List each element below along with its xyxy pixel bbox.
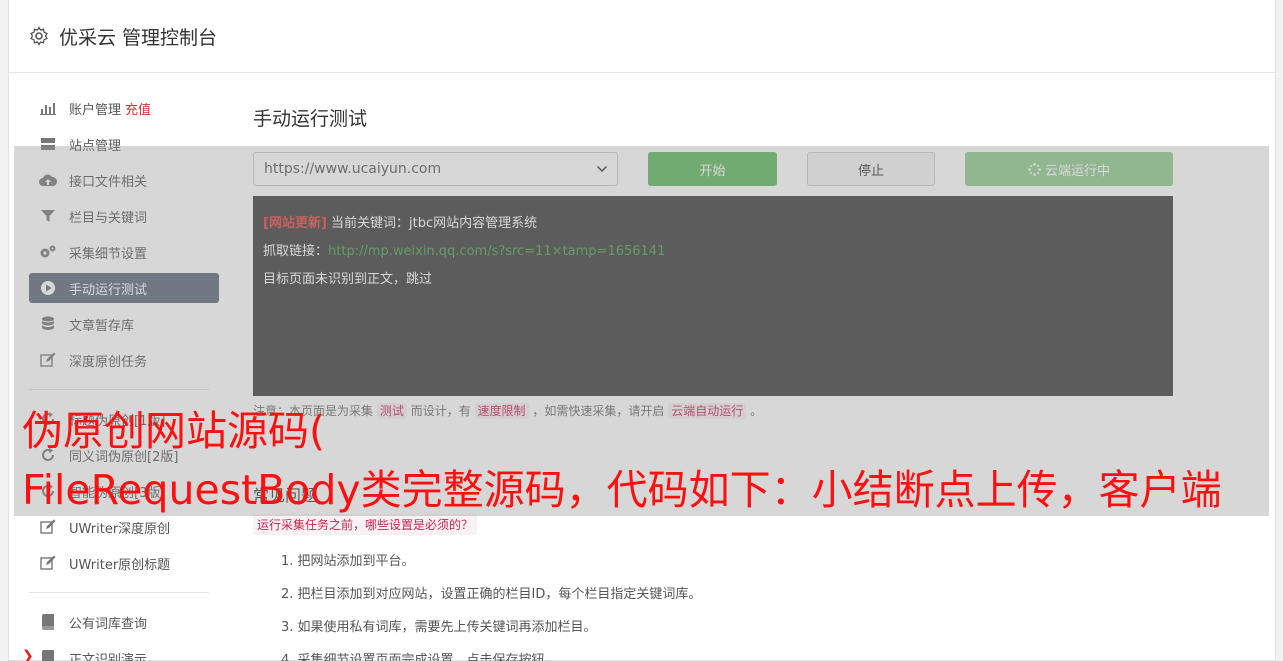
list-item: 2. 把栏目添加到对应网站，设置正确的栏目ID，每个栏目指定关键词库。 [281, 587, 702, 602]
nav-divider [29, 389, 209, 390]
gear-icon[interactable] [29, 26, 49, 46]
faq-question: 运行采集任务之前，哪些设置是必须的？ [253, 514, 478, 535]
sidebar-item-label: 正文识别演示 [69, 652, 148, 661]
log-text: 当前关键词：jtbc网站内容管理系统 [326, 216, 538, 231]
log-tag: [网站更新] [263, 216, 327, 231]
sidebar-item-sites[interactable]: 站点管理 [29, 129, 219, 159]
page-title: 优采云 管理控制台 [59, 26, 218, 49]
note-text: 而设计，有 [410, 404, 471, 418]
cloud-upload-icon [39, 171, 57, 189]
filter-icon [39, 207, 57, 225]
list-item: 3. 如果使用私有词库，需要先上传关键词再添加栏目。 [281, 620, 597, 635]
app-frame: 优采云 管理控制台 账户管理 充值 站点管理 接口文件相关 栏目与关键词 采集细… [8, 0, 1276, 661]
nav-divider [29, 592, 209, 593]
sidebar-item-public-lexicon[interactable]: 公有词库查询 [29, 607, 219, 637]
sidebar-item-collect-settings[interactable]: 采集细节设置 [29, 237, 219, 267]
sidebar-item-uwriter-deep[interactable]: UWriter深度原创 [29, 512, 219, 542]
log-text: 目标页面未识别到正文，跳过 [263, 272, 433, 287]
list-item: 1. 把网站添加到平台。 [281, 554, 415, 569]
spinner-icon [1028, 162, 1041, 176]
sidebar-item-account[interactable]: 账户管理 充值 [29, 93, 219, 123]
chevron-right-icon: ❯ [22, 648, 34, 661]
list-item: 4. 采集细节设置页面完成设置，点击保存按钮。 [281, 653, 558, 661]
sidebar-item-deep-original[interactable]: 深度原创任务 [29, 345, 219, 375]
edit-icon [39, 554, 57, 572]
sidebar-item-label: 账户管理 [69, 102, 122, 118]
sidebar-item-label: 采集细节设置 [69, 246, 148, 262]
gears-icon [39, 243, 57, 261]
chevron-down-icon [597, 166, 607, 172]
sidebar-item-columns-keywords[interactable]: 栏目与关键词 [29, 201, 219, 231]
overlay-headline-line2: FileRequestBody类完整源码，代码如下：小结断点上传，客户端 [22, 466, 1222, 514]
faq-list: 1. 把网站添加到平台。 2. 把栏目添加到对应网站，设置正确的栏目ID，每个栏… [281, 545, 1173, 661]
section-title: 手动运行测试 [253, 108, 368, 130]
site-url-select[interactable]: https://www.ucaiyun.com [253, 152, 618, 186]
play-circle-icon [39, 279, 57, 297]
sidebar-item-label: 深度原创任务 [69, 354, 148, 370]
book-icon [39, 649, 57, 661]
note-keyword: 测试 [376, 403, 407, 419]
sidebar-item-label: 站点管理 [69, 138, 122, 154]
sidebar-item-label: 栏目与关键词 [69, 210, 148, 226]
sidebar-item-label: 公有词库查询 [69, 616, 148, 632]
note-keyword: 速度限制 [474, 403, 529, 419]
note-keyword: 云端自动运行 [668, 403, 747, 419]
sidebar-item-label: 文章暂存库 [69, 318, 135, 334]
cloud-running-button[interactable]: 云端运行中 [965, 152, 1173, 186]
log-label: 抓取链接： [263, 244, 329, 259]
log-link[interactable]: http://mp.weixin.qq.com/s?src=11×tamp=16… [328, 244, 665, 259]
top-bar: 优采云 管理控制台 [9, 0, 1275, 73]
recharge-link[interactable]: 充值 [125, 99, 151, 118]
cloud-running-label: 云端运行中 [1044, 163, 1110, 179]
sidebar-item-article-store[interactable]: 文章暂存库 [29, 309, 219, 339]
stop-button[interactable]: 停止 [807, 152, 935, 186]
note-text: 。 [750, 404, 763, 418]
sidebar-item-label: UWriter原创标题 [69, 557, 171, 573]
edit-icon [39, 351, 57, 369]
speed-note: 注意：本页面是为采集 测试 而设计，有 速度限制 ，如需快速采集，请开启 云端自… [253, 400, 1173, 422]
database-icon [39, 315, 57, 333]
edit-icon [39, 518, 57, 536]
server-icon [39, 135, 57, 153]
book-icon [39, 613, 57, 631]
bar-chart-icon [39, 99, 57, 117]
sidebar-item-label: UWriter深度原创 [69, 521, 171, 537]
sidebar-item-label: 手动运行测试 [69, 282, 148, 298]
log-line: 目标页面未识别到正文，跳过 [263, 266, 1163, 294]
sidebar-item-interface-files[interactable]: 接口文件相关 [29, 165, 219, 195]
sidebar-item-uwriter-title[interactable]: UWriter原创标题 [29, 548, 219, 578]
sidebar-item-label: 接口文件相关 [69, 174, 148, 190]
overlay-headline-line1: 伪原创网站源码( [22, 407, 325, 455]
sidebar-item-manual-run[interactable]: 手动运行测试 [29, 273, 219, 303]
start-button[interactable]: 开始 [648, 152, 777, 186]
sidebar: 账户管理 充值 站点管理 接口文件相关 栏目与关键词 采集细节设置 手动运行测试… [29, 93, 219, 661]
log-line: [网站更新] 当前关键词：jtbc网站内容管理系统 [263, 210, 1163, 238]
control-bar: https://www.ucaiyun.com 开始 停止 云端运行中 [253, 152, 1173, 186]
note-text: ，如需快速采集，请开启 [532, 404, 665, 418]
log-line: 抓取链接：http://mp.weixin.qq.com/s?src=11×ta… [263, 238, 1163, 266]
sidebar-item-body-recognition[interactable]: 正文识别演示 [29, 643, 219, 661]
site-url-value: https://www.ucaiyun.com [264, 161, 442, 177]
log-console: [网站更新] 当前关键词：jtbc网站内容管理系统 抓取链接：http://mp… [253, 196, 1173, 396]
main-content: 手动运行测试 https://www.ucaiyun.com 开始 停止 云端运… [253, 104, 1173, 661]
